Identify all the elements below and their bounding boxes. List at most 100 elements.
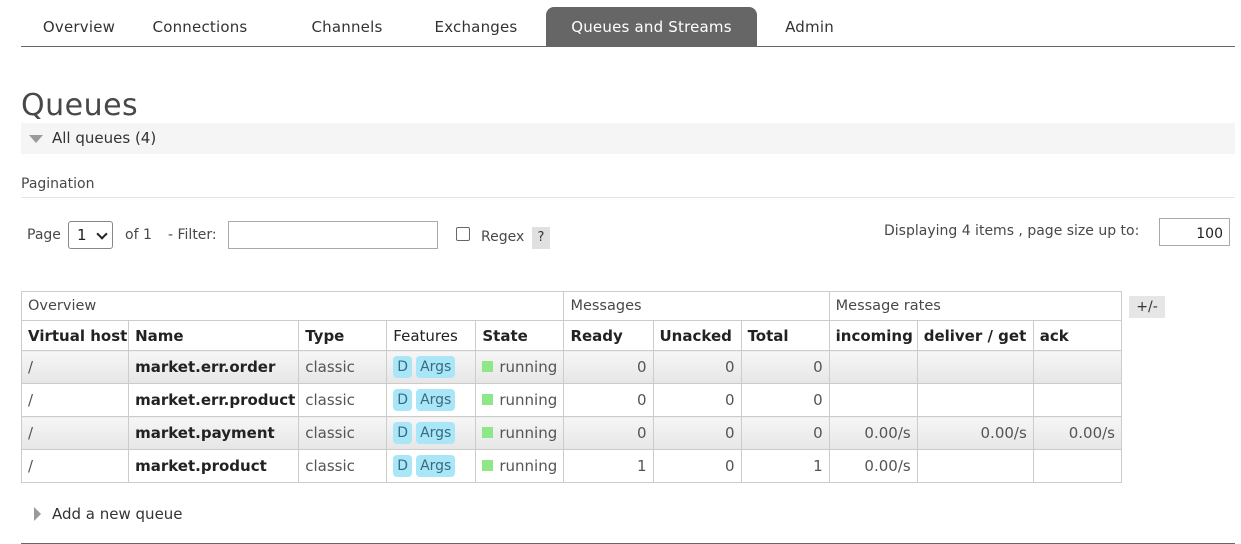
deliver-get-cell: 0.00/s	[916, 416, 1034, 450]
durable-badge[interactable]: D	[393, 422, 413, 444]
features-cell: D Args	[386, 383, 477, 417]
filter-label: - Filter:	[168, 227, 217, 243]
page-title: Queues	[21, 88, 139, 123]
incoming-cell	[828, 383, 918, 417]
tab-admin[interactable]: Admin	[772, 7, 847, 46]
args-badge[interactable]: Args	[416, 455, 456, 477]
triangle-down-icon	[29, 135, 43, 143]
add-queue-label: Add a new queue	[52, 505, 183, 523]
state-cell: running	[475, 350, 565, 384]
queue-name-link[interactable]: market.payment	[128, 416, 300, 450]
page-select-value: 1	[77, 226, 87, 244]
args-badge[interactable]: Args	[416, 422, 456, 444]
tab-connections[interactable]: Connections	[150, 7, 250, 46]
col-features: Features	[386, 320, 477, 351]
col-unacked[interactable]: Unacked	[652, 320, 742, 351]
add-queue-toggle[interactable]: Add a new queue	[21, 500, 281, 528]
incoming-cell	[828, 350, 918, 384]
state-cell: running	[475, 449, 565, 483]
tab-overview[interactable]: Overview	[21, 7, 137, 46]
col-deliver-get[interactable]: deliver / get	[916, 320, 1034, 351]
running-status-icon	[482, 427, 494, 438]
features-cell: D Args	[386, 416, 477, 450]
deliver-get-cell	[916, 350, 1034, 384]
col-type[interactable]: Type	[298, 320, 388, 351]
incoming-cell: 0.00/s	[828, 449, 918, 483]
state-label: running	[499, 424, 558, 442]
columns-toggle-button[interactable]: +/-	[1129, 296, 1165, 318]
running-status-icon	[482, 394, 494, 405]
triangle-right-icon	[34, 507, 41, 521]
args-badge[interactable]: Args	[416, 356, 456, 378]
filter-input[interactable]	[228, 221, 438, 249]
vhost-cell: /	[20, 449, 130, 483]
total-cell: 0	[740, 350, 830, 384]
page-of-label: of 1	[125, 227, 152, 243]
all-queues-label: All queues (4)	[52, 129, 157, 147]
unacked-cell: 0	[652, 416, 742, 450]
durable-badge[interactable]: D	[393, 455, 413, 477]
tab-exchanges[interactable]: Exchanges	[421, 7, 531, 46]
unacked-cell: 0	[652, 449, 742, 483]
ack-cell	[1032, 449, 1123, 483]
queue-name-link[interactable]: market.product	[128, 449, 300, 483]
total-cell: 1	[740, 449, 830, 483]
vhost-cell: /	[20, 383, 130, 417]
regex-label: Regex	[481, 229, 525, 245]
col-virtual-host[interactable]: Virtual host	[20, 320, 130, 351]
col-ack[interactable]: ack	[1032, 320, 1123, 351]
displaying-label: Displaying 4 items , page size up to:	[884, 223, 1140, 239]
main-nav: Overview Connections Channels Exchanges …	[21, 7, 1235, 47]
deliver-get-cell	[916, 449, 1034, 483]
pagination-label: Pagination	[21, 176, 95, 192]
col-incoming[interactable]: incoming	[828, 320, 918, 351]
group-header-message-rates: Message rates	[828, 291, 1123, 321]
table-row[interactable]: / market.err.order classic D Args running…	[20, 350, 1123, 384]
queues-table: Overview Messages Message rates Virtual …	[20, 291, 1123, 483]
col-name[interactable]: Name	[128, 320, 300, 351]
state-cell: running	[475, 383, 565, 417]
all-queues-toggle[interactable]: All queues (4)	[21, 123, 1235, 154]
regex-checkbox[interactable]	[456, 227, 470, 241]
ready-cell: 0	[563, 416, 654, 450]
col-total[interactable]: Total	[740, 320, 830, 351]
queue-name-link[interactable]: market.err.product	[128, 383, 300, 417]
state-cell: running	[475, 416, 565, 450]
queue-name-link[interactable]: market.err.order	[128, 350, 300, 384]
total-cell: 0	[740, 416, 830, 450]
tab-queues-and-streams[interactable]: Queues and Streams	[546, 7, 757, 46]
ready-cell: 0	[563, 383, 654, 417]
page-select[interactable]: 1	[68, 221, 113, 249]
page-size-input[interactable]	[1159, 218, 1230, 246]
durable-badge[interactable]: D	[393, 389, 413, 411]
ack-cell	[1032, 350, 1123, 384]
table-row[interactable]: / market.err.product classic D Args runni…	[20, 383, 1123, 417]
type-cell: classic	[298, 449, 388, 483]
unacked-cell: 0	[652, 350, 742, 384]
group-header-messages: Messages	[563, 291, 830, 321]
regex-help-button[interactable]: ?	[532, 227, 550, 249]
pagination-divider	[21, 197, 1235, 198]
incoming-cell: 0.00/s	[828, 416, 918, 450]
ack-cell	[1032, 383, 1123, 417]
tab-channels[interactable]: Channels	[302, 7, 392, 46]
vhost-cell: /	[20, 350, 130, 384]
table-row[interactable]: / market.product classic D Args running 1…	[20, 449, 1123, 483]
group-header-overview: Overview	[20, 291, 565, 321]
state-label: running	[499, 457, 558, 475]
type-cell: classic	[298, 350, 388, 384]
table-row[interactable]: / market.payment classic D Args running 0…	[20, 416, 1123, 450]
ready-cell: 0	[563, 350, 654, 384]
total-cell: 0	[740, 383, 830, 417]
page-label: Page	[27, 227, 61, 243]
ready-cell: 1	[563, 449, 654, 483]
durable-badge[interactable]: D	[393, 356, 413, 378]
running-status-icon	[482, 460, 494, 471]
col-state[interactable]: State	[475, 320, 565, 351]
running-status-icon	[482, 361, 494, 372]
args-badge[interactable]: Args	[416, 389, 456, 411]
vhost-cell: /	[20, 416, 130, 450]
features-cell: D Args	[386, 449, 477, 483]
col-ready[interactable]: Ready	[563, 320, 654, 351]
state-label: running	[499, 391, 558, 409]
